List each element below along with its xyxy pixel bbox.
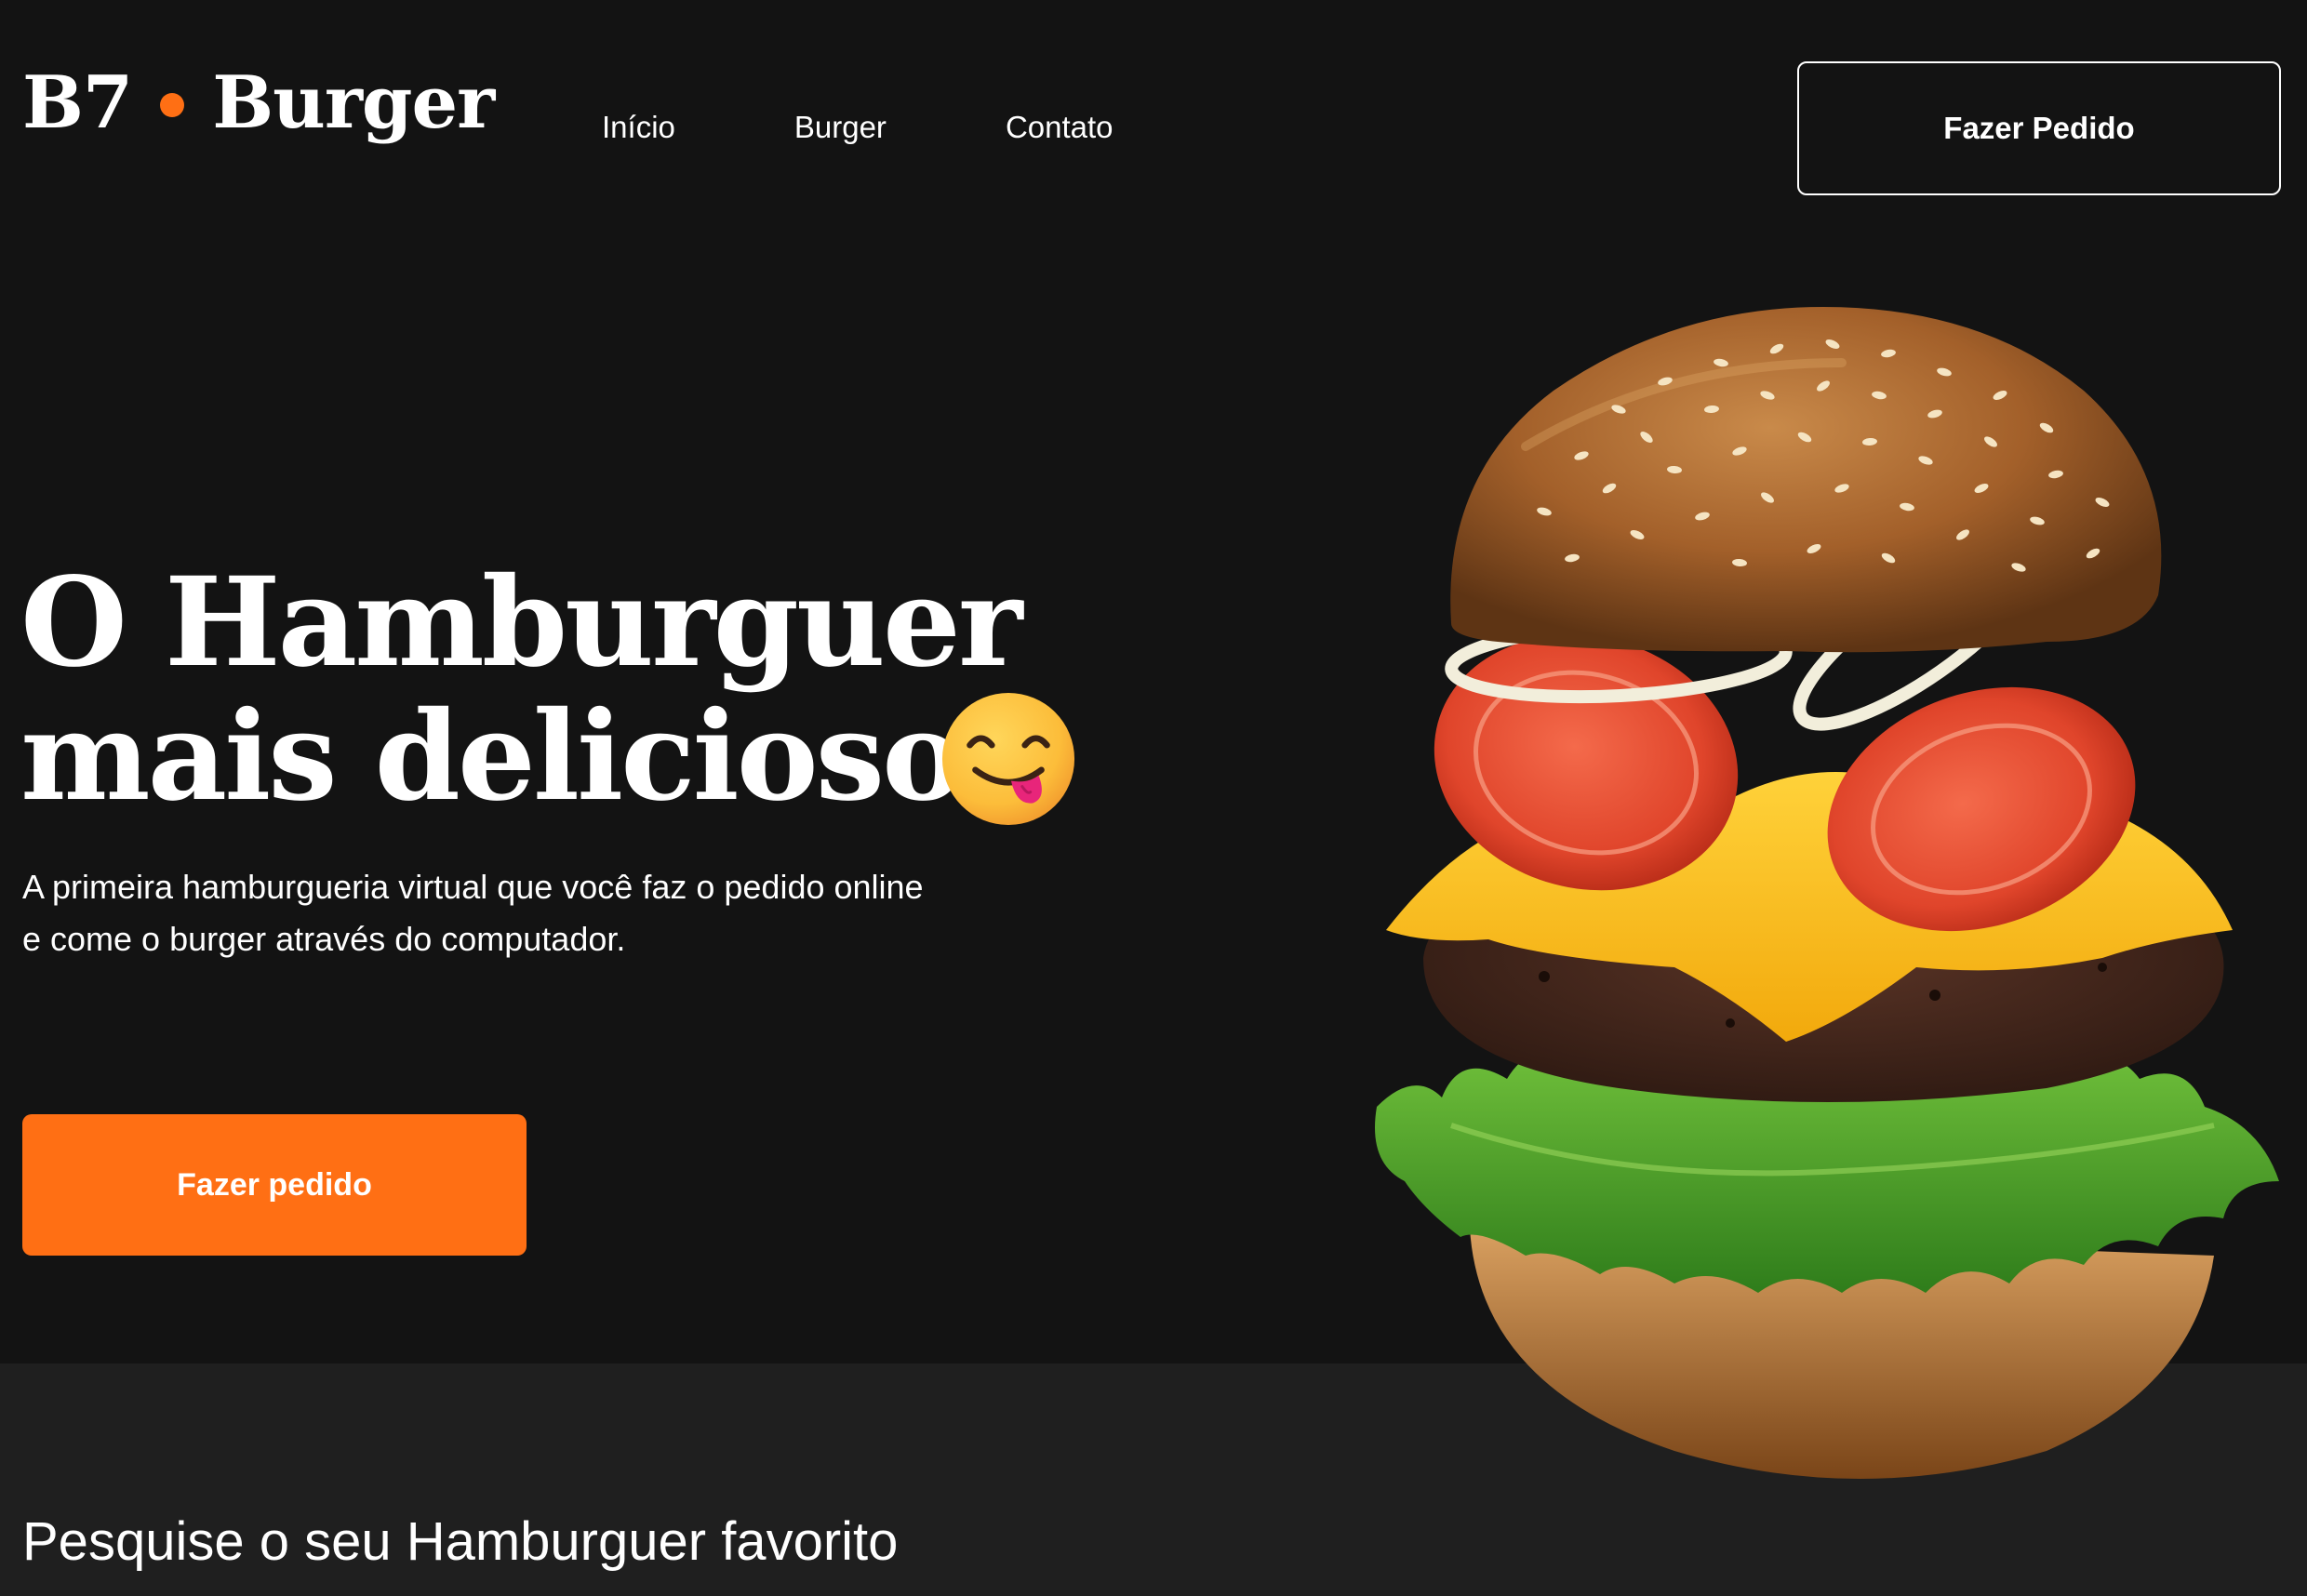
hero-subtitle: A primeira hamburgueria virtual que você… <box>22 868 924 958</box>
hero-order-button[interactable]: Fazer pedido <box>22 1114 527 1256</box>
burger-illustration <box>1375 307 2279 1479</box>
face-savoring-food-icon <box>941 692 1075 826</box>
hero-title-line-2: mais delicioso. <box>20 685 1002 829</box>
site-header: B7 Burger Início Burger Contato Fazer Pe… <box>0 0 2307 223</box>
brand-logo[interactable]: B7 Burger <box>22 60 495 145</box>
main-nav: Início Burger Contato <box>602 110 1113 145</box>
search-section-title: Pesquise o seu Hamburguer favorito <box>22 1511 899 1572</box>
brand-dot-icon <box>160 93 185 117</box>
brand-logo-right: Burger <box>212 60 495 145</box>
nav-item-inicio[interactable]: Início <box>602 110 675 145</box>
hero-title: O Hamburguer mais delicioso. <box>20 551 1022 829</box>
nav-item-burger[interactable]: Burger <box>794 110 887 145</box>
brand-logo-left: B7 <box>22 60 133 145</box>
hero-title-line-1: O Hamburguer <box>20 551 1022 695</box>
landing-page: B7 Burger Início Burger Contato Fazer Pe… <box>0 0 2307 1596</box>
header-order-button[interactable]: Fazer Pedido <box>1797 61 2281 195</box>
nav-item-contato[interactable]: Contato <box>1006 110 1113 145</box>
